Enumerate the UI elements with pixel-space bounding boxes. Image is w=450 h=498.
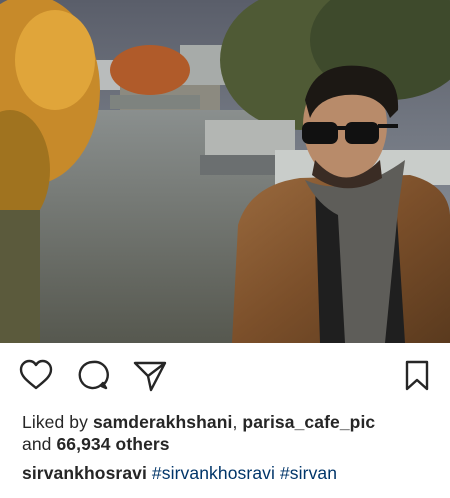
caption-username[interactable]: sirvankhosravi [22, 463, 147, 483]
like-button[interactable] [19, 359, 53, 396]
post-action-bar [0, 343, 450, 405]
comment-icon [78, 360, 109, 390]
bookmark-icon [405, 360, 429, 391]
liker-username-1[interactable]: samderakhshani [93, 412, 233, 432]
post-photo[interactable] [0, 0, 450, 343]
comment-button[interactable] [77, 359, 109, 396]
save-button[interactable] [404, 360, 430, 397]
share-button[interactable] [133, 360, 167, 397]
likes-prefix: Liked by [22, 412, 88, 432]
hashtag-link[interactable]: #sirvankhosravi [152, 463, 275, 483]
hashtag-link[interactable]: #sirvan [280, 463, 337, 483]
likes-and: and [22, 434, 52, 454]
likes-summary: Liked by samderakhshani, parisa_cafe_pic… [22, 411, 442, 455]
likes-separator: , [232, 412, 238, 432]
post-caption: sirvankhosravi #sirvankhosravi #sirvan [22, 462, 442, 484]
paper-plane-icon [133, 361, 167, 392]
liker-username-2[interactable]: parisa_cafe_pic [242, 412, 375, 432]
post-photo-image [0, 0, 450, 343]
heart-icon [19, 359, 53, 390]
likes-count[interactable]: 66,934 others [56, 434, 169, 454]
